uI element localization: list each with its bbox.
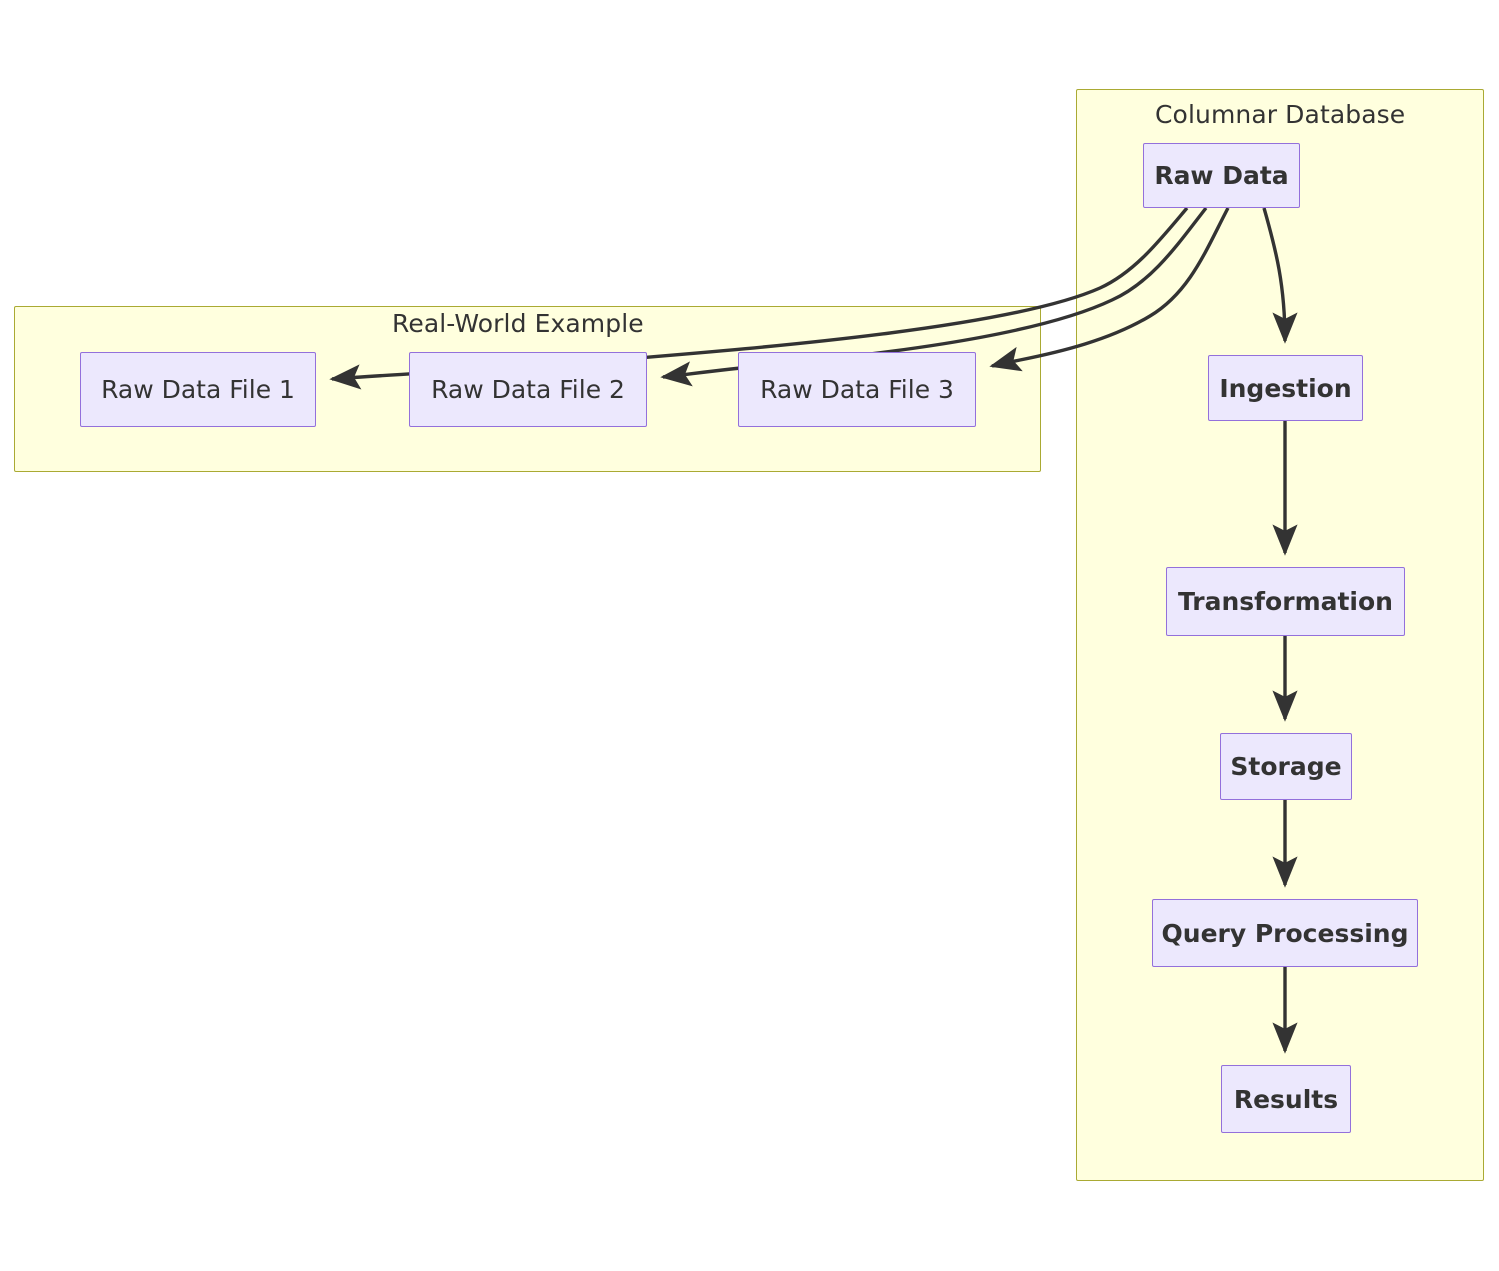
node-raw-data-file-1-label: Raw Data File 1 xyxy=(101,375,295,404)
node-transformation-label: Transformation xyxy=(1178,587,1393,616)
node-raw-data[interactable]: Raw Data xyxy=(1143,143,1300,208)
node-raw-data-file-3[interactable]: Raw Data File 3 xyxy=(738,352,976,427)
node-raw-data-file-2-label: Raw Data File 2 xyxy=(431,375,625,404)
node-raw-data-file-2[interactable]: Raw Data File 2 xyxy=(409,352,647,427)
node-results-label: Results xyxy=(1233,1084,1339,1114)
flowchart-diagram: Columnar Database Real-World Example Raw… xyxy=(0,0,1499,1271)
node-ingestion-label: Ingestion xyxy=(1219,373,1352,403)
cluster-label-columnar-database: Columnar Database xyxy=(1155,100,1406,129)
node-raw-data-file-3-label: Raw Data File 3 xyxy=(760,375,954,404)
node-storage[interactable]: Storage xyxy=(1220,733,1352,800)
node-ingestion[interactable]: Ingestion xyxy=(1208,355,1363,421)
node-storage-label: Storage xyxy=(1230,752,1342,781)
node-raw-data-label: Raw Data xyxy=(1154,161,1289,190)
node-transformation[interactable]: Transformation xyxy=(1166,567,1405,636)
cluster-label-real-world-example: Real-World Example xyxy=(392,309,644,338)
node-results[interactable]: Results xyxy=(1221,1065,1351,1133)
node-query-processing-label: Query Processing xyxy=(1161,918,1409,948)
node-raw-data-file-1[interactable]: Raw Data File 1 xyxy=(80,352,316,427)
node-query-processing[interactable]: Query Processing xyxy=(1152,899,1418,967)
